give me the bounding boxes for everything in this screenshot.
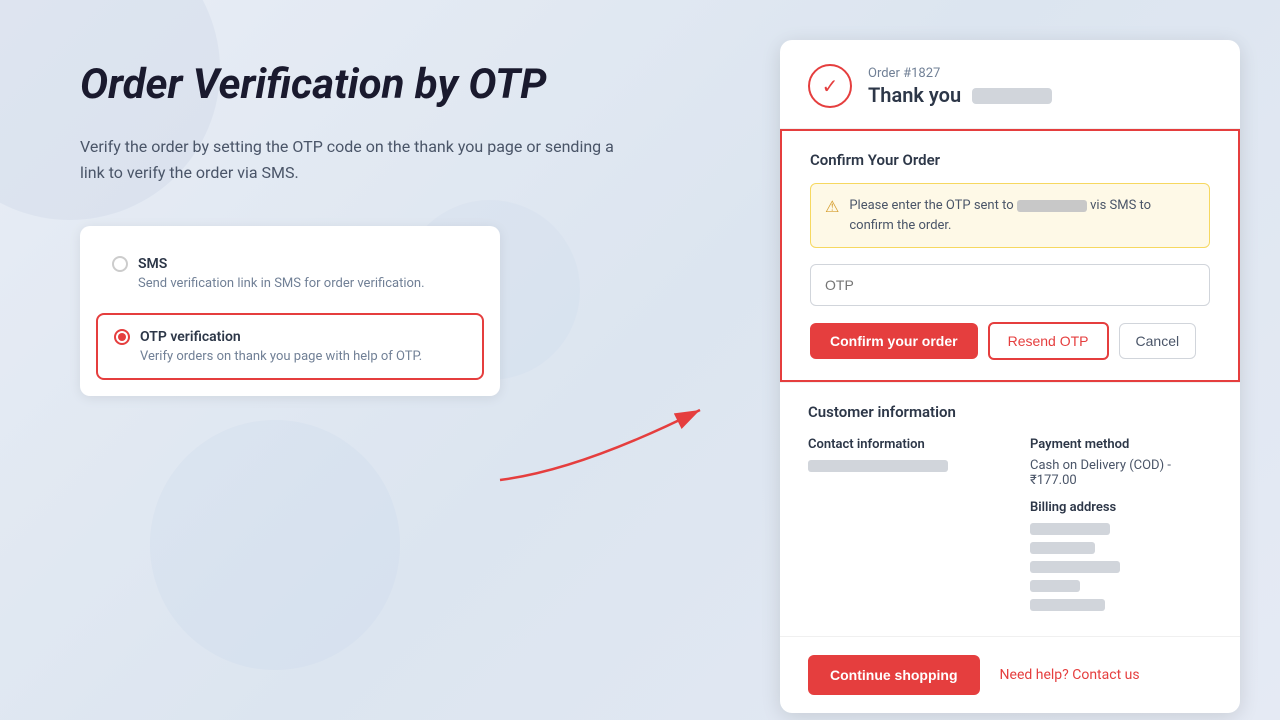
confirm-title: Confirm Your Order [810, 151, 1210, 169]
otp-radio[interactable] [114, 329, 130, 345]
confirm-section: Confirm Your Order ⚠ Please enter the OT… [780, 129, 1240, 382]
otp-option-title: OTP verification [140, 329, 241, 345]
payment-column: Payment method Cash on Delivery (COD) - … [1030, 437, 1212, 616]
sms-option-title: SMS [138, 256, 167, 272]
otp-option-header: OTP verification [114, 329, 466, 345]
addr-blur-4 [1030, 580, 1080, 592]
check-circle-icon: ✓ [808, 64, 852, 108]
billing-line4 [1030, 578, 1212, 593]
options-card: SMS Send verification link in SMS for or… [80, 226, 500, 396]
phone-blur [1017, 200, 1087, 212]
order-number: Order #1827 [868, 66, 1212, 81]
cancel-button[interactable]: Cancel [1119, 323, 1197, 359]
sms-option-desc: Send verification link in SMS for order … [112, 276, 468, 291]
left-panel: Order Verification by OTP Verify the ord… [80, 60, 640, 396]
billing-line3 [1030, 559, 1212, 574]
confirm-order-button[interactable]: Confirm your order [810, 323, 978, 359]
otp-alert: ⚠ Please enter the OTP sent to vis SMS t… [810, 183, 1210, 248]
info-columns: Contact information Payment method Cash … [808, 437, 1212, 616]
billing-line5 [1030, 597, 1212, 612]
addr-blur-1 [1030, 523, 1110, 535]
contact-column: Contact information [808, 437, 990, 616]
order-title-group: Order #1827 Thank you [868, 66, 1212, 107]
customer-name-blur [972, 88, 1052, 104]
action-buttons: Confirm your order Resend OTP Cancel [810, 322, 1210, 360]
alert-message: Please enter the OTP sent to vis SMS to … [849, 196, 1195, 235]
addr-blur-5 [1030, 599, 1105, 611]
payment-value: Cash on Delivery (COD) - ₹177.00 [1030, 458, 1212, 488]
email-blur [808, 460, 948, 472]
sms-radio[interactable] [112, 256, 128, 272]
billing-group: Billing address [1030, 500, 1212, 612]
contact-value [808, 458, 990, 473]
arrow-pointer [480, 380, 760, 500]
order-panel: ✓ Order #1827 Thank you Confirm Your Ord… [780, 40, 1240, 713]
continue-shopping-button[interactable]: Continue shopping [808, 655, 980, 695]
customer-section: Customer information Contact information… [780, 382, 1240, 636]
billing-line1 [1030, 521, 1212, 536]
contact-label: Contact information [808, 437, 990, 452]
page-title: Order Verification by OTP [80, 60, 640, 110]
order-header: ✓ Order #1827 Thank you [780, 40, 1240, 129]
payment-label: Payment method [1030, 437, 1212, 452]
otp-input[interactable] [810, 264, 1210, 306]
page-description: Verify the order by setting the OTP code… [80, 134, 640, 185]
bg-decoration-2 [150, 420, 400, 670]
otp-option-desc: Verify orders on thank you page with hel… [114, 349, 466, 364]
billing-line2 [1030, 540, 1212, 555]
billing-label: Billing address [1030, 500, 1212, 515]
need-help-link[interactable]: Need help? Contact us [1000, 667, 1140, 683]
otp-option[interactable]: OTP verification Verify orders on thank … [96, 313, 484, 380]
bottom-actions: Continue shopping Need help? Contact us [780, 636, 1240, 713]
addr-blur-3 [1030, 561, 1120, 573]
resend-otp-button[interactable]: Resend OTP [988, 322, 1109, 360]
sms-option[interactable]: SMS Send verification link in SMS for or… [96, 242, 484, 305]
customer-section-title: Customer information [808, 403, 1212, 421]
addr-blur-2 [1030, 542, 1095, 554]
thank-you-text: Thank you [868, 83, 1212, 107]
sms-option-header: SMS [112, 256, 468, 272]
warning-icon: ⚠ [825, 197, 839, 216]
